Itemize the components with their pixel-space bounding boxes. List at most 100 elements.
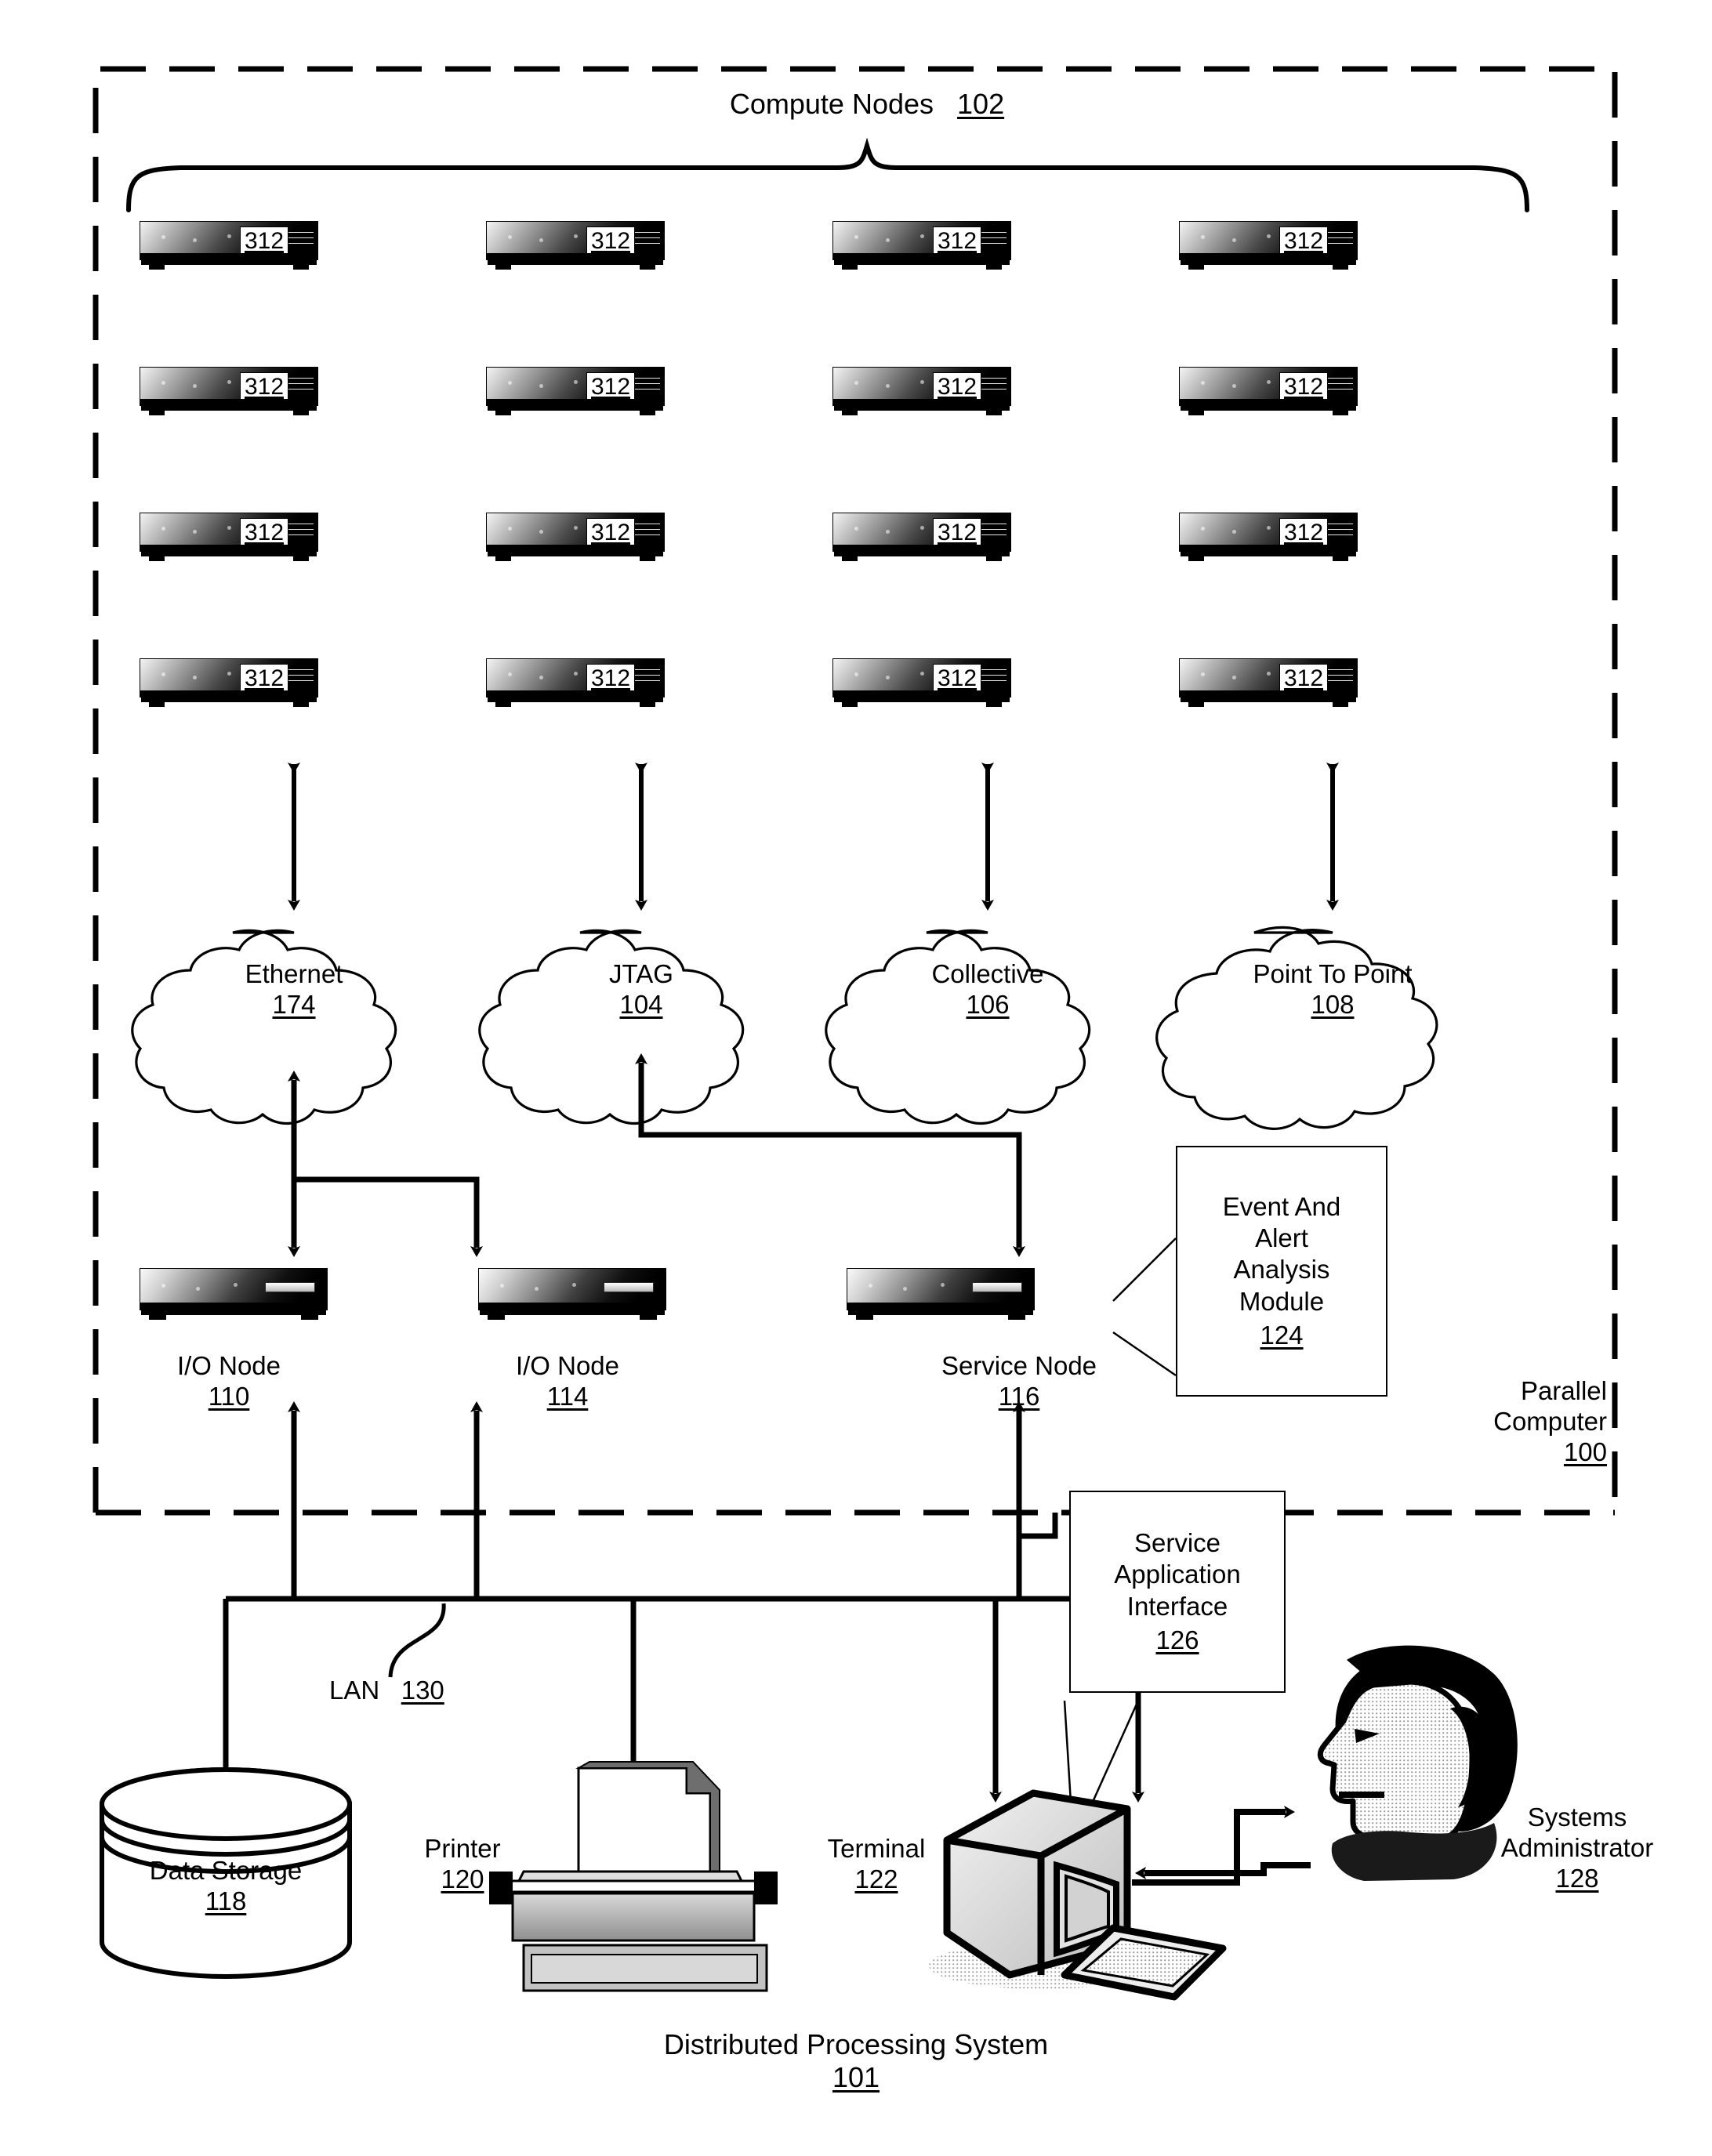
chassis-foot-left — [1188, 264, 1204, 270]
chassis-foot-right — [986, 264, 1002, 270]
compute-node[interactable]: 312 — [832, 367, 1011, 415]
compute-node[interactable]: 312 — [486, 658, 665, 707]
compute-node[interactable]: 312 — [1179, 221, 1358, 270]
chassis-foot-left — [842, 701, 858, 707]
compute-node-vents — [287, 669, 314, 690]
compute-node-ref-label: 312 — [240, 372, 288, 402]
compute-node[interactable]: 312 — [1179, 513, 1358, 561]
chassis-foot-left — [149, 556, 165, 561]
service-node-leds — [865, 1282, 959, 1292]
compute-node[interactable]: 312 — [832, 221, 1011, 270]
lan-bus — [219, 1401, 1144, 1803]
peripheral-label-terminal: Terminal 122 — [798, 1834, 955, 1895]
terminal-admin-arrows — [1132, 1806, 1311, 1886]
compute-node-leds — [1196, 379, 1282, 389]
peripheral-ref-120: 120 — [441, 1864, 484, 1893]
network-ref-jtag: 104 — [619, 989, 663, 1019]
chassis-foot-right — [293, 701, 309, 707]
service-node-116-device[interactable] — [847, 1268, 1035, 1320]
compute-node-vents — [980, 378, 1007, 398]
sai-line-1: Service — [1133, 1528, 1221, 1557]
compute-node-leds — [157, 379, 243, 389]
compute-node[interactable]: 312 — [1179, 658, 1358, 707]
admin-line-2: Administrator — [1500, 1832, 1654, 1862]
compute-node-leds — [1196, 671, 1282, 680]
compute-node-vents — [287, 232, 314, 252]
compute-node[interactable]: 312 — [140, 367, 318, 415]
compute-node-leds — [850, 379, 936, 389]
compute-node-vents — [633, 378, 660, 398]
compute-node[interactable]: 312 — [486, 513, 665, 561]
lan-label: LAN 130 — [329, 1676, 533, 1706]
compute-nodes-brace — [126, 137, 1529, 212]
network-name-jtag: JTAG — [609, 959, 673, 988]
compute-node[interactable]: 312 — [140, 513, 318, 561]
chassis-foot-right — [986, 556, 1002, 561]
compute-node[interactable]: 312 — [1179, 367, 1358, 415]
io-node-leds — [497, 1282, 591, 1292]
chassis-foot-right — [640, 410, 655, 415]
chassis-foot-right — [1333, 410, 1348, 415]
chassis-foot-left — [495, 556, 511, 561]
chassis-foot-right — [640, 1314, 657, 1320]
compute-node-vents — [287, 524, 314, 544]
node-name-io-110: I/O Node — [176, 1351, 281, 1380]
compute-node-vents — [1326, 669, 1353, 690]
compute-node[interactable]: 312 — [140, 658, 318, 707]
compute-node-vents — [633, 669, 660, 690]
compute-node-leds — [157, 234, 243, 243]
admin-ref-128: 128 — [1555, 1863, 1599, 1893]
network-ref-p2p: 108 — [1311, 989, 1355, 1019]
service-node-indicator-bar — [972, 1282, 1022, 1292]
chassis-base — [1181, 259, 1356, 265]
diagram-vector-layer — [92, 66, 1618, 2001]
node-name-io-114: I/O Node — [515, 1351, 620, 1380]
chassis-base — [1181, 551, 1356, 556]
chassis-base — [834, 551, 1010, 556]
peripheral-name-terminal: Terminal — [827, 1834, 926, 1863]
service-application-interface-box[interactable]: Service Application Interface 126 — [1069, 1491, 1286, 1693]
compute-node-ref-label: 312 — [1279, 518, 1328, 548]
chassis-foot-left — [1188, 556, 1204, 561]
node-label-io-110: I/O Node 110 — [151, 1351, 307, 1412]
compute-nodes-ref: 102 — [957, 88, 1005, 120]
admin-line-1: Systems — [1527, 1803, 1627, 1832]
sai-ref: 126 — [1155, 1625, 1199, 1654]
compute-node[interactable]: 312 — [832, 513, 1011, 561]
chassis-foot-left — [842, 264, 858, 270]
chassis-foot-right — [1008, 1314, 1025, 1320]
network-label-ethernet: Ethernet 174 — [176, 959, 412, 1020]
chassis-foot-left — [495, 410, 511, 415]
peripheral-label-data-storage: Data Storage 118 — [124, 1856, 328, 1917]
chassis-base — [141, 405, 317, 411]
patent-figure: 312 312 312 312 312 312 312 312 312 312 … — [0, 0, 1712, 2156]
compute-node[interactable]: 312 — [486, 367, 665, 415]
io-node-110-device[interactable] — [140, 1268, 328, 1320]
chassis-foot-left — [842, 410, 858, 415]
chassis-foot-right — [640, 701, 655, 707]
compute-node-ref-label: 312 — [933, 664, 981, 694]
io-node-114-device[interactable] — [478, 1268, 666, 1320]
chassis-base — [834, 259, 1010, 265]
event-and-alert-analysis-module-box[interactable]: Event And Alert Analysis Module 124 — [1176, 1146, 1387, 1397]
chassis-base — [848, 1310, 1033, 1315]
parallel-computer-ref: 100 — [1563, 1437, 1607, 1466]
compute-node-ref-label: 312 — [933, 226, 981, 256]
network-name-collective: Collective — [931, 959, 1044, 988]
compute-node[interactable]: 312 — [140, 221, 318, 270]
chassis-foot-left — [149, 1314, 166, 1320]
chassis-foot-left — [149, 410, 165, 415]
chassis-foot-left — [495, 701, 511, 707]
compute-node-vents — [980, 232, 1007, 252]
compute-node[interactable]: 312 — [486, 221, 665, 270]
parallel-computer-line-2: Computer — [1493, 1406, 1607, 1436]
compute-node[interactable]: 312 — [832, 658, 1011, 707]
compute-nodes-title: Compute Nodes — [729, 88, 934, 120]
compute-to-network-arrows — [288, 763, 1339, 911]
network-label-jtag: JTAG 104 — [524, 959, 759, 1020]
compute-node-leds — [1196, 525, 1282, 534]
chassis-base — [141, 259, 317, 265]
chassis-foot-right — [1333, 701, 1348, 707]
network-name-p2p: Point To Point — [1253, 959, 1413, 988]
lan-name: LAN — [329, 1676, 380, 1705]
